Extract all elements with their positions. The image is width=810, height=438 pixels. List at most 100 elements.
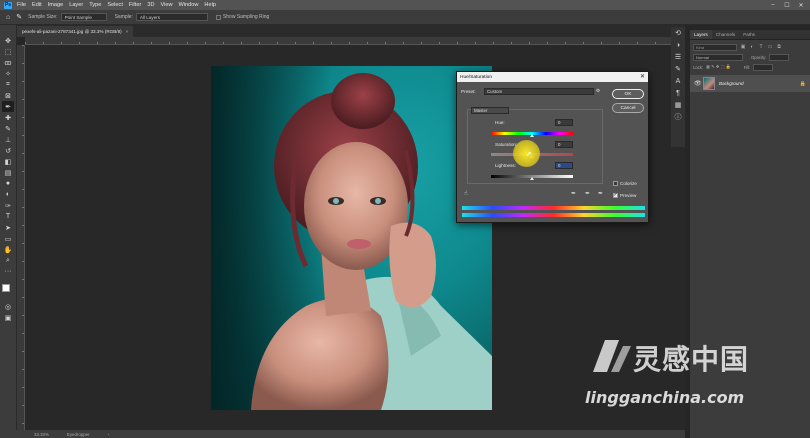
ok-button[interactable]: OK (612, 89, 644, 99)
lightness-value-field[interactable]: 0 (555, 162, 573, 169)
vertical-ruler[interactable] (17, 45, 25, 430)
panel-tabs: Layers Channels Paths (690, 30, 810, 40)
hue-slider-thumb[interactable] (530, 134, 534, 137)
preset-options-icon[interactable]: ⚙ (596, 88, 600, 94)
menu-edit[interactable]: Edit (32, 2, 42, 8)
layer-name[interactable]: Background (719, 81, 800, 86)
quick-select-tool-icon[interactable]: ✧ (2, 68, 14, 79)
saturation-value-field[interactable]: 0 (555, 141, 573, 148)
add-to-sample-icon[interactable]: ✒ (585, 190, 590, 197)
menu-help[interactable]: Help (204, 2, 216, 8)
tab-paths[interactable]: Paths (739, 30, 759, 39)
filter-adjustment-icon[interactable]: ◐ (749, 44, 755, 50)
menu-window[interactable]: Window (179, 2, 199, 8)
brush-panel-icon[interactable]: ✎ (673, 64, 683, 74)
pen-tool-icon[interactable]: ✑ (2, 200, 14, 211)
gradient-tool-icon[interactable]: ▤ (2, 167, 14, 178)
swatches-panel-icon[interactable]: ▦ (673, 100, 683, 110)
cancel-button[interactable]: Cancel (612, 103, 644, 113)
character-panel-icon[interactable]: A (673, 76, 683, 86)
menu-3d[interactable]: 3D (147, 2, 154, 8)
home-icon[interactable]: ⌂ (6, 14, 10, 21)
channel-select[interactable]: Master (471, 107, 509, 114)
menu-filter[interactable]: Filter (129, 2, 141, 8)
menu-image[interactable]: Image (48, 2, 64, 8)
quick-mask-icon[interactable]: ◎ (2, 301, 14, 312)
screen-mode-icon[interactable]: ▣ (2, 312, 14, 323)
eyedropper-tool-icon[interactable]: ✎ (16, 13, 22, 21)
history-brush-icon[interactable]: ↺ (2, 145, 14, 156)
tab-layers[interactable]: Layers (690, 30, 712, 39)
dodge-tool-icon[interactable]: ◐ (2, 189, 14, 200)
frame-tool-icon[interactable]: ⊠ (2, 90, 14, 101)
show-sampling-ring-label: Show Sampling Ring (222, 14, 270, 20)
layer-row-background[interactable]: 👁 Background 🔒 (690, 75, 810, 92)
subtract-from-sample-icon[interactable]: ✒ (598, 190, 603, 197)
layer-kind-filter[interactable]: Kind (693, 43, 737, 51)
opacity-field[interactable] (769, 53, 790, 61)
options-bar: ⌂ ✎ Sample Size: Point Sample Sample: Al… (0, 10, 810, 25)
lightness-slider-thumb[interactable] (530, 177, 534, 180)
paragraph-panel-icon[interactable]: ¶ (673, 88, 683, 98)
output-color-bar (462, 213, 645, 217)
zoom-readout[interactable]: 33.33% (34, 432, 49, 437)
lock-icons[interactable]: ▦ ✎ ✥ ⬚ 🔒 (706, 64, 731, 70)
marquee-tool-icon[interactable]: ⬚ (2, 46, 14, 57)
lasso-tool-icon[interactable]: ꝏ (2, 57, 14, 68)
tab-channels[interactable]: Channels (712, 30, 739, 39)
menu-layer[interactable]: Layer (69, 2, 83, 8)
move-tool-icon[interactable]: ✥ (2, 35, 14, 46)
crop-tool-icon[interactable]: ⌗ (2, 79, 14, 90)
type-tool-icon[interactable]: T (2, 211, 14, 222)
filter-type-icon[interactable]: T (758, 44, 764, 50)
eyedropper-icon[interactable]: ✒ (571, 190, 576, 197)
sample-size-select[interactable]: Point Sample (60, 13, 107, 21)
hue-value-field[interactable]: 0 (555, 119, 573, 126)
show-sampling-ring-checkbox[interactable] (215, 14, 221, 20)
eraser-tool-icon[interactable]: ◧ (2, 156, 14, 167)
healing-brush-icon[interactable]: ✚ (2, 112, 14, 123)
zoom-tool-icon[interactable]: ⌕ (2, 255, 14, 266)
filter-pixel-icon[interactable]: ▣ (740, 44, 746, 50)
blend-mode-select[interactable]: Normal (693, 53, 743, 61)
status-arrow-icon[interactable]: › (108, 432, 109, 437)
shape-tool-icon[interactable]: ▭ (2, 233, 14, 244)
photo-canvas[interactable] (211, 66, 492, 410)
more-tools-icon[interactable]: ··· (2, 266, 14, 277)
properties-panel-icon[interactable]: ☰ (673, 52, 683, 62)
maximize-icon[interactable]: ☐ (780, 0, 794, 10)
close-tab-icon[interactable]: × (126, 29, 129, 34)
sample-select[interactable]: All Layers (135, 13, 208, 21)
visibility-eye-icon[interactable]: 👁 (694, 80, 703, 87)
filter-shape-icon[interactable]: ▭ (767, 44, 773, 50)
foreground-color-swatch[interactable] (2, 284, 10, 292)
photoshop-logo-icon[interactable]: Ps (4, 1, 12, 9)
blur-tool-icon[interactable]: ● (2, 178, 14, 189)
menu-type[interactable]: Type (89, 2, 101, 8)
eyedropper-icon[interactable]: ✒ (2, 101, 14, 112)
minimize-icon[interactable]: – (766, 0, 780, 10)
filter-smart-icon[interactable]: ⧉ (776, 44, 782, 50)
preset-select[interactable]: Custom (484, 88, 594, 95)
dialog-close-icon[interactable]: ✕ (640, 73, 645, 80)
on-image-adjust-icon[interactable]: ☝ (464, 190, 468, 197)
preview-checkbox[interactable] (613, 192, 618, 198)
menu-view[interactable]: View (160, 2, 172, 8)
brush-tool-icon[interactable]: ✎ (2, 123, 14, 134)
adjustments-panel-icon[interactable]: ◑ (673, 40, 683, 50)
colorize-checkbox[interactable] (613, 181, 618, 186)
document-tab[interactable]: pexels-ali-pazani-2787341.jpg @ 33.3% (R… (17, 26, 134, 37)
hand-tool-icon[interactable]: ✋ (2, 244, 14, 255)
color-swatches[interactable] (1, 283, 15, 297)
fill-field[interactable] (753, 63, 774, 71)
clone-stamp-icon[interactable]: ⊥ (2, 134, 14, 145)
history-panel-icon[interactable]: ⟲ (673, 28, 683, 38)
path-select-icon[interactable]: ➤ (2, 222, 14, 233)
menu-file[interactable]: File (17, 2, 26, 8)
info-panel-icon[interactable]: ⓘ (673, 112, 683, 122)
dialog-titlebar[interactable]: Hue/Saturation ✕ (457, 72, 648, 82)
close-window-icon[interactable]: ✕ (794, 0, 808, 10)
horizontal-ruler[interactable] (25, 37, 685, 45)
menu-select[interactable]: Select (107, 2, 123, 8)
portrait-photo (211, 66, 492, 410)
